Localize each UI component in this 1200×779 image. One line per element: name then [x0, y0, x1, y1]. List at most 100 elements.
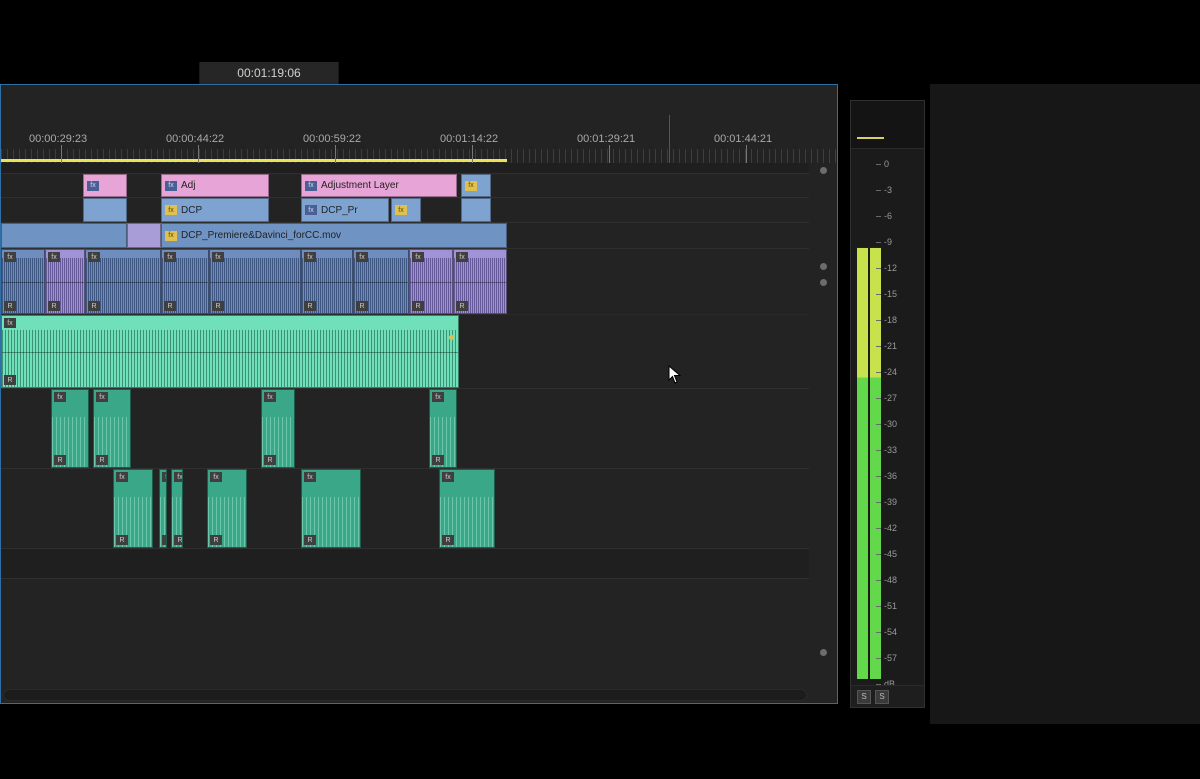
meter-channel-right [870, 247, 881, 679]
work-area-bar[interactable] [1, 159, 507, 162]
clip[interactable] [127, 223, 161, 248]
audio-clip[interactable]: fxR [261, 389, 295, 468]
fx-badge-icon: fx [412, 252, 424, 262]
timeline-panel[interactable]: 00:00:29:2300:00:44:2200:00:59:2200:01:1… [0, 84, 838, 704]
audio-track-2[interactable]: fxR [1, 315, 809, 389]
fx-badge-icon: fx [54, 392, 66, 402]
scroll-knob[interactable] [820, 279, 827, 286]
audio-clip[interactable]: fx R [439, 469, 495, 548]
fx-badge-icon: fx [465, 181, 477, 191]
clip-label: DCP [181, 205, 202, 216]
audio-clip[interactable]: fxR [209, 249, 301, 314]
clip[interactable]: fx Adjustment Layer [301, 174, 457, 197]
fx-badge-icon: fx [4, 318, 16, 328]
clip[interactable]: fx [83, 174, 127, 197]
horizontal-scroll[interactable] [3, 689, 807, 701]
clip-label: Adjustment Layer [321, 180, 399, 191]
gap-top [1, 163, 809, 174]
audio-clip[interactable]: fxR [159, 469, 167, 548]
tracks-area[interactable]: fxfxAdjfxAdjustment Layerfx fxDCPfxDCP_P… [1, 163, 809, 685]
channel-r-icon: R [412, 301, 424, 311]
clip[interactable]: fxDCP_Pr [301, 198, 389, 222]
scale-tick: -21 [884, 341, 897, 351]
scroll-knob[interactable] [820, 167, 827, 174]
audio-clip[interactable]: fxR [51, 389, 89, 468]
audio-clip[interactable]: fxR [301, 469, 361, 548]
audio-clip[interactable]: fxR [45, 249, 85, 314]
clip[interactable]: fx [461, 174, 491, 197]
audio-track-4[interactable]: fxRfxRfxRfxRfxRfxR [1, 469, 809, 549]
mouse-cursor-icon [668, 365, 682, 385]
audio-meter-panel: 0-3-6-9-12-15-18-21-24-27-30-33-36-39-42… [850, 100, 925, 708]
channel-r-icon: R [116, 535, 128, 545]
audio-clip[interactable]: fxR [453, 249, 507, 314]
fx-badge-icon: fx [162, 472, 167, 482]
solo-button-right[interactable]: S [875, 690, 889, 704]
audio-clip[interactable]: fxR [161, 249, 209, 314]
current-timecode-tab[interactable]: 00:01:19:06 [199, 62, 339, 84]
clip[interactable] [461, 198, 491, 222]
clip-label: DCP_Premiere&Davinci_forCC.mov [181, 230, 341, 241]
ruler-label: 00:00:59:22 [303, 133, 361, 145]
channel-r-icon: R [210, 535, 222, 545]
channel-r-icon: R [174, 535, 183, 545]
vertical-scroll[interactable] [813, 163, 833, 685]
solo-button-left[interactable]: S [857, 690, 871, 704]
clip[interactable] [83, 198, 127, 222]
channel-r-icon: R [432, 455, 444, 465]
solo-row: S S [851, 685, 924, 707]
audio-clip[interactable]: fx R [113, 469, 153, 548]
channel-r-icon: R [96, 455, 108, 465]
fx-badge-icon: fx [96, 392, 108, 402]
playhead[interactable] [669, 115, 670, 163]
scale-tick: -48 [884, 575, 897, 585]
ruler-label: 00:01:44:21 [714, 133, 772, 145]
audio-clip[interactable]: fx R [93, 389, 131, 468]
clip-label: DCP_Pr [321, 205, 358, 216]
channel-r-icon: R [88, 301, 100, 311]
audio-clip[interactable]: fxR [85, 249, 161, 314]
clip[interactable]: fxAdj [161, 174, 269, 197]
scale-tick: -12 [884, 263, 897, 273]
clip-label: Adj [181, 180, 195, 191]
window-black-bar-top [0, 0, 1200, 63]
peak-line [857, 137, 884, 139]
audio-clip[interactable]: fxR [301, 249, 353, 314]
audio-clip[interactable]: fx R [429, 389, 457, 468]
scale-tick: -36 [884, 471, 897, 481]
scroll-knob[interactable] [820, 263, 827, 270]
audio-clip[interactable]: fxR [1, 315, 459, 388]
channel-r-icon: R [264, 455, 276, 465]
clip[interactable] [1, 223, 127, 248]
scale-tick: -9 [884, 237, 892, 247]
scale-tick: -3 [884, 185, 892, 195]
clip[interactable]: fx [391, 198, 421, 222]
audio-track-3[interactable]: fxRfxRfxRfxR [1, 389, 809, 469]
right-panel-dark [930, 84, 1200, 724]
audio-clip[interactable]: fxR [1, 249, 45, 314]
fx-badge-icon: fx [116, 472, 128, 482]
fx-badge-icon: fx [432, 392, 444, 402]
audio-track-1[interactable]: fxRfxRfxRfxRfxRfxRfxRfxRfxR [1, 249, 809, 315]
scale-tick: -6 [884, 211, 892, 221]
video-track-1[interactable]: fx DCP_Premiere&Davinci_forCC.mov [1, 223, 809, 249]
scale-tick: -57 [884, 653, 897, 663]
fx-badge-icon: fx [210, 472, 222, 482]
fx-badge-icon: fx [305, 181, 317, 191]
audio-clip[interactable]: fxR [353, 249, 409, 314]
scroll-knob[interactable] [820, 649, 827, 656]
video-track-3[interactable]: fx fxAdj fx Adjustment Layer fx [1, 174, 809, 198]
clip[interactable]: fxDCP [161, 198, 269, 222]
channel-r-icon: R [4, 301, 16, 311]
meter-scale: 0-3-6-9-12-15-18-21-24-27-30-33-36-39-42… [884, 159, 920, 679]
audio-clip[interactable]: fx R [409, 249, 453, 314]
clip[interactable]: fx DCP_Premiere&Davinci_forCC.mov [161, 223, 507, 248]
channel-r-icon: R [442, 535, 454, 545]
fx-badge-icon: fx [442, 472, 454, 482]
audio-clip[interactable]: fx R [207, 469, 247, 548]
fx-badge-icon: fx [165, 231, 177, 241]
audio-clip[interactable]: fxR [171, 469, 183, 548]
ruler-label: 00:01:14:22 [440, 133, 498, 145]
time-ruler[interactable]: 00:00:29:2300:00:44:2200:00:59:2200:01:1… [1, 85, 837, 163]
video-track-2[interactable]: fxDCP fxDCP_Prfx [1, 198, 809, 223]
